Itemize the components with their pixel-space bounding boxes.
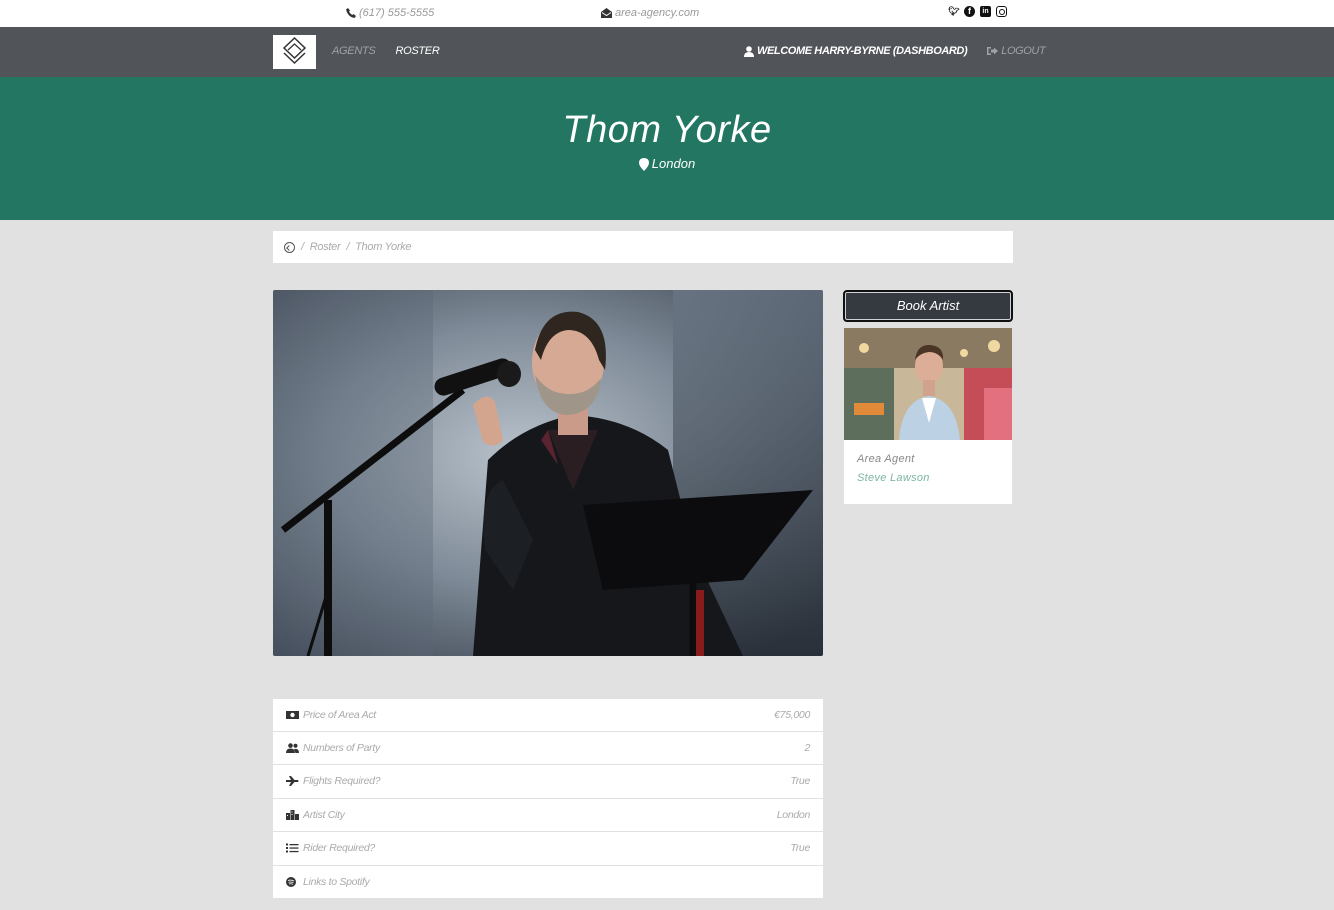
nav-agents[interactable]: AGENTS bbox=[332, 45, 376, 57]
nav-roster[interactable]: ROSTER bbox=[395, 45, 439, 57]
detail-value: 2 bbox=[804, 742, 810, 754]
detail-row-rider: Rider Required? True bbox=[273, 832, 823, 866]
social-links: 🐦︎ f in bbox=[948, 6, 1007, 17]
user-icon bbox=[744, 45, 754, 57]
detail-row-spotify[interactable]: Links to Spotify bbox=[273, 865, 823, 899]
agent-name-link[interactable]: Steve Lawson bbox=[844, 465, 1012, 484]
detail-row-flights: Flights Required? True bbox=[273, 765, 823, 799]
envelope-open-icon bbox=[601, 8, 612, 19]
breadcrumb-separator: / bbox=[346, 241, 350, 253]
map-marker-icon bbox=[638, 158, 649, 172]
contact-phone[interactable]: (617) 555-5555 bbox=[346, 7, 434, 19]
list-icon bbox=[286, 843, 299, 853]
agent-photo bbox=[844, 328, 1012, 440]
detail-value: London bbox=[776, 808, 811, 821]
agent-card[interactable]: Area Agent Steve Lawson bbox=[844, 328, 1012, 504]
breadcrumb: / Roster / Thom Yorke bbox=[273, 231, 1013, 263]
linkedin-icon[interactable]: in bbox=[980, 6, 991, 17]
breadcrumb-current: Thom Yorke bbox=[355, 241, 412, 253]
brand-logo[interactable] bbox=[273, 35, 316, 69]
nav-dashboard-link[interactable]: WELCOME HARRY-BYRNE (DASHBOARD) bbox=[744, 45, 968, 57]
breadcrumb-separator: / bbox=[301, 241, 304, 253]
instagram-icon[interactable] bbox=[996, 6, 1007, 17]
artist-hero: Thom Yorke London bbox=[0, 77, 1334, 220]
artist-name-heading: Thom Yorke bbox=[562, 109, 772, 151]
logo-icon bbox=[282, 36, 307, 65]
facebook-icon[interactable]: f bbox=[964, 6, 975, 17]
twitter-icon[interactable]: 🐦︎ bbox=[948, 6, 959, 17]
city-icon bbox=[286, 809, 299, 820]
sign-out-icon bbox=[987, 47, 999, 56]
phone-icon bbox=[346, 8, 356, 19]
artist-details-list: Price of Area Act €75,000 Numbers of Par… bbox=[273, 699, 823, 899]
detail-value: True bbox=[790, 775, 810, 788]
artist-location: London bbox=[0, 156, 1334, 172]
agent-role: Area Agent bbox=[857, 453, 915, 465]
detail-value: €75,000 bbox=[774, 709, 810, 721]
book-artist-button[interactable]: Book Artist bbox=[843, 290, 1013, 322]
top-contact-bar: (617) 555-5555 area-agency.com 🐦︎ f in bbox=[0, 0, 1334, 27]
money-icon bbox=[286, 711, 299, 719]
breadcrumb-roster[interactable]: Roster bbox=[310, 241, 341, 253]
detail-row-party: Numbers of Party 2 bbox=[273, 732, 823, 765]
detail-value: True bbox=[790, 842, 810, 855]
detail-row-price: Price of Area Act €75,000 bbox=[273, 699, 823, 732]
contact-email[interactable]: area-agency.com bbox=[601, 7, 699, 19]
main-navbar: AGENTS ROSTER WELCOME HARRY-BYRNE (DASHB… bbox=[0, 27, 1334, 77]
artist-photo bbox=[273, 290, 823, 656]
detail-row-city: Artist City London bbox=[273, 798, 823, 832]
users-icon bbox=[286, 743, 299, 753]
back-arrow-icon[interactable] bbox=[284, 241, 295, 253]
nav-logout-link[interactable]: LOGOUT bbox=[987, 45, 1046, 57]
spotify-icon bbox=[286, 876, 296, 887]
plane-icon bbox=[286, 776, 299, 787]
nav-user: WELCOME HARRY-BYRNE (DASHBOARD) LOGOUT bbox=[744, 45, 1046, 57]
nav-primary: AGENTS ROSTER bbox=[332, 45, 440, 57]
